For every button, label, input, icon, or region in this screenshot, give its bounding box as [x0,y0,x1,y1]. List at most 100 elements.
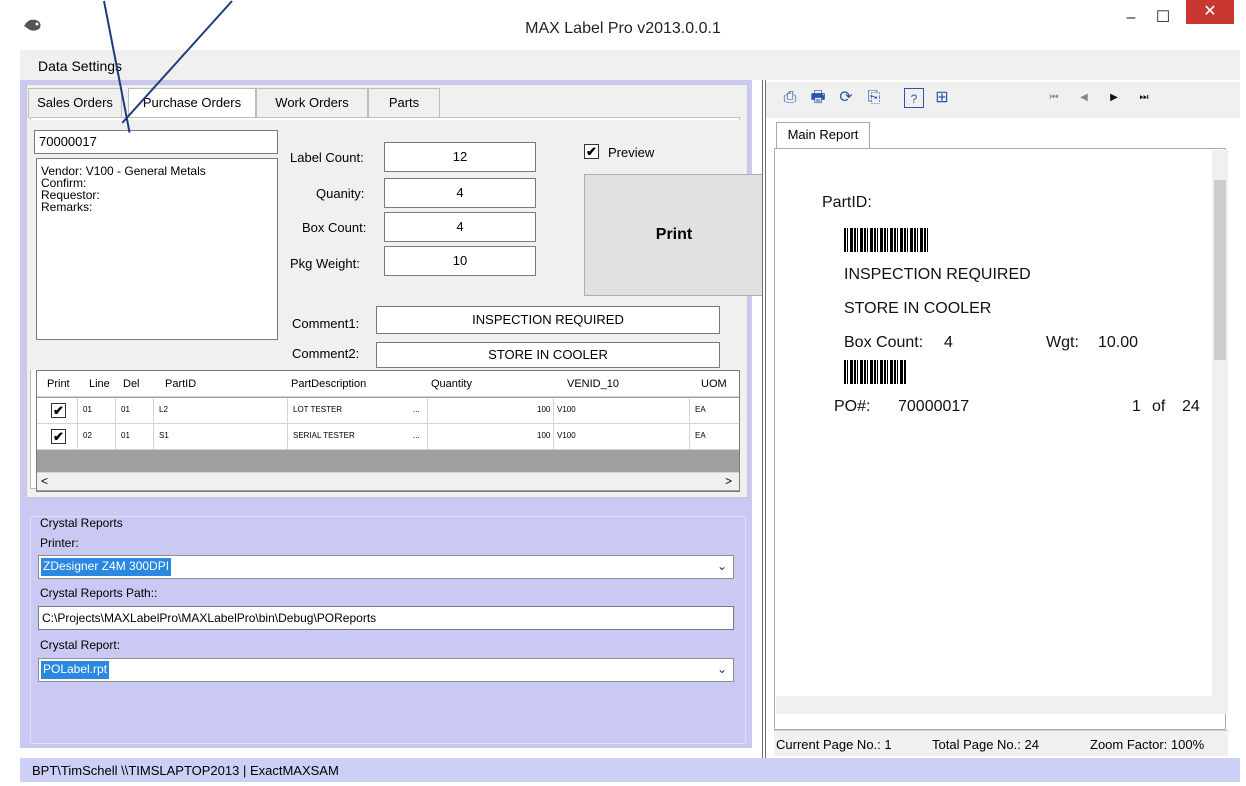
report-selected-value: POLabel.rpt [41,661,110,679]
path-label: Crystal Reports Path:: [40,586,158,600]
prev-page-icon[interactable]: ◀ [1074,88,1094,108]
label-page: 1 [1132,398,1141,415]
last-page-icon[interactable]: ⏭ [1134,88,1154,108]
close-button[interactable]: ✕ [1186,0,1234,24]
preview-label: Preview [608,145,655,160]
label-count-input[interactable]: 12 [384,142,536,172]
table-row[interactable]: ✔ 02 01 S1 SERIAL TESTER ... 100 V100 EA [37,424,739,450]
reports-path-input[interactable]: C:\Projects\MAXLabelPro\MAXLabelPro\bin\… [38,606,734,630]
row-description: LOT TESTER [293,405,343,414]
crystal-reports-group [30,516,746,744]
zoom-status: Zoom Factor: 100% [1090,737,1205,752]
label-po-label: PO#: [834,398,871,415]
printer-select[interactable]: ZDesigner Z4M 300DPI ⌄ [38,555,734,579]
row-line: 02 [83,431,92,440]
col-uom[interactable]: UOM [701,378,727,390]
report-vertical-scrollbar[interactable] [1212,150,1228,712]
tab-work-orders[interactable]: Work Orders [256,88,368,118]
comment1-label: Comment1: [292,316,360,331]
row-venid: V100 [557,405,576,414]
quantity-label: Quanity: [316,186,365,201]
preview-checkbox[interactable]: ✔ [584,144,599,159]
remarks-line: Remarks: [41,200,93,214]
printer-selected-value: ZDesigner Z4M 300DPI [41,558,172,576]
tab-main-report[interactable]: Main Report [776,122,870,148]
scroll-right-icon[interactable]: > [725,474,732,488]
report-status-bar: Current Page No.: 1 Total Page No.: 24 Z… [774,730,1228,756]
row-del: 01 [121,405,130,414]
partid-barcode [844,228,930,252]
row-quantity: 100 [537,431,551,440]
row-partid: L2 [159,405,168,414]
row-desc-ellipsis[interactable]: ... [413,431,420,440]
maximize-button[interactable]: ☐ [1140,4,1186,34]
label-of: of [1152,398,1166,415]
table-row[interactable]: ✔ 01 01 L2 LOT TESTER ... 100 V100 EA [37,398,739,424]
export-icon[interactable]: ⎙ [780,88,800,108]
pkg-weight-label: Pkg Weight: [290,256,360,271]
row-venid: V100 [557,431,576,440]
row-print-checkbox[interactable]: ✔ [51,403,66,418]
col-partdescription[interactable]: PartDescription [291,378,366,390]
label-preview: PartID: INSPECTION REQUIRED STORE IN COO… [794,170,1214,710]
comment2-label: Comment2: [292,346,360,361]
chevron-down-icon[interactable]: ⌄ [717,559,727,573]
help-icon[interactable]: ? [904,88,924,108]
label-box-count-label: Box Count: [844,334,924,351]
box-count-label: Box Count: [302,220,367,235]
current-page-status: Current Page No.: 1 [776,737,892,752]
label-count-label: Label Count: [290,150,364,165]
next-page-icon[interactable]: ▶ [1104,88,1124,108]
grid-header: Print Line Del PartID PartDescription Qu… [37,371,739,397]
row-print-checkbox[interactable]: ✔ [51,429,66,444]
label-wgt: 10.00 [1098,334,1139,351]
label-partid: PartID: [822,194,872,211]
status-text: BPT\TimSchell \\TIMSLAPTOP2013 | ExactMA… [32,763,339,778]
print-button[interactable]: Print [584,174,764,296]
printer-label: Printer: [40,536,79,550]
col-venid[interactable]: VENID_10 [567,378,619,390]
row-line: 01 [83,405,92,414]
label-line1: INSPECTION REQUIRED [844,266,1031,283]
crystal-group-title: Crystal Reports [40,516,123,530]
crystal-report-select[interactable]: POLabel.rpt ⌄ [38,658,734,682]
order-number-input[interactable]: 70000017 [34,130,278,154]
col-print[interactable]: Print [47,378,70,390]
comment1-input[interactable]: INSPECTION REQUIRED [376,306,720,334]
copy-icon[interactable]: ⎘ [864,88,884,108]
pkg-weight-input[interactable]: 10 [384,246,536,276]
crystal-report-label: Crystal Report: [40,638,121,652]
first-page-icon[interactable]: ⏮ [1044,88,1064,108]
report-horizontal-scrollbar[interactable] [776,696,1226,714]
menu-data-settings[interactable]: Data Settings [38,58,122,74]
grid-horizontal-scrollbar[interactable]: < > [37,472,739,490]
row-description: SERIAL TESTER [293,431,355,440]
col-partid[interactable]: PartID [165,378,196,390]
row-desc-ellipsis[interactable]: ... [413,405,420,414]
col-quantity[interactable]: Quantity [431,378,472,390]
comment2-input[interactable]: STORE IN COOLER [376,342,720,368]
row-uom: EA [695,405,706,414]
row-uom: EA [695,431,706,440]
label-po: 70000017 [898,398,970,415]
status-bar: BPT\TimSchell \\TIMSLAPTOP2013 | ExactMA… [20,758,1240,782]
po-barcode [844,360,906,384]
window-title: MAX Label Pro v2013.0.0.1 [525,20,721,37]
scrollbar-thumb[interactable] [1214,180,1226,360]
title-bar: MAX Label Pro v2013.0.0.1 – ☐ ✕ [0,0,1246,44]
box-count-input[interactable]: 4 [384,212,536,242]
label-line2: STORE IN COOLER [844,300,992,317]
scroll-left-icon[interactable]: < [41,474,48,488]
col-del[interactable]: Del [123,378,140,390]
label-box-count: 4 [944,334,953,351]
print-icon[interactable]: 🖶 [808,88,828,108]
tab-parts[interactable]: Parts [368,88,440,118]
row-partid: S1 [159,431,169,440]
tab-sales-orders[interactable]: Sales Orders [28,88,122,118]
refresh-icon[interactable]: ⟳ [836,88,856,108]
col-line[interactable]: Line [89,378,110,390]
group-tree-icon[interactable]: ⊞ [932,88,952,108]
quantity-input[interactable]: 4 [384,178,536,208]
chevron-down-icon[interactable]: ⌄ [717,662,727,676]
label-wgt-label: Wgt: [1046,334,1079,351]
